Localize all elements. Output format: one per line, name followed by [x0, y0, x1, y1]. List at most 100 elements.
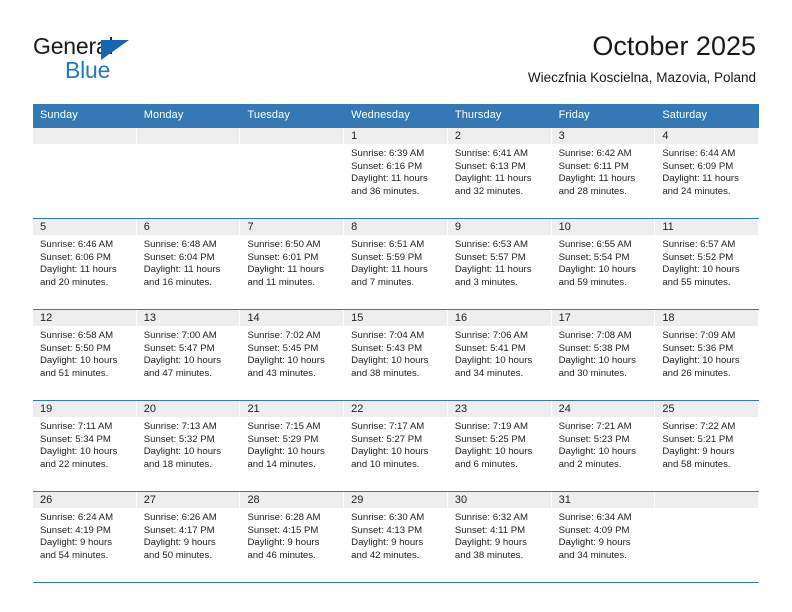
daylight-text-line2: and 47 minutes. — [143, 367, 212, 379]
sunset-text: Sunset: 5:32 PM — [143, 433, 215, 445]
sunset-text: Sunset: 6:01 PM — [247, 251, 319, 263]
day-cell[interactable]: 27 Sunrise: 6:26 AM Sunset: 4:17 PM Dayl… — [136, 492, 241, 582]
day-cell[interactable]: 17 Sunrise: 7:08 AM Sunset: 5:38 PM Dayl… — [551, 310, 656, 400]
day-cell[interactable]: 26 Sunrise: 6:24 AM Sunset: 4:19 PM Dayl… — [33, 492, 137, 582]
week-row: 19 Sunrise: 7:11 AM Sunset: 5:34 PM Dayl… — [33, 401, 760, 492]
day-details — [655, 508, 758, 512]
day-cell[interactable]: 31 Sunrise: 6:34 AM Sunset: 4:09 PM Dayl… — [551, 492, 656, 582]
calendar-page: General Blue October 2025 Wieczfnia Kosc… — [0, 0, 792, 612]
day-cell[interactable]: 13 Sunrise: 7:00 AM Sunset: 5:47 PM Dayl… — [136, 310, 241, 400]
day-cell[interactable]: 16 Sunrise: 7:06 AM Sunset: 5:41 PM Dayl… — [447, 310, 552, 400]
page-subtitle: Wieczfnia Koscielna, Mazovia, Poland — [527, 70, 756, 85]
day-cell[interactable]: 20 Sunrise: 7:13 AM Sunset: 5:32 PM Dayl… — [136, 401, 241, 491]
day-cell[interactable]: 5 Sunrise: 6:46 AM Sunset: 6:06 PM Dayli… — [33, 219, 137, 309]
day-details: Sunrise: 6:51 AM Sunset: 5:59 PM Dayligh… — [344, 235, 447, 289]
day-cell[interactable]: 4 Sunrise: 6:44 AM Sunset: 6:09 PM Dayli… — [655, 128, 760, 218]
daylight-text-line2: and 10 minutes. — [351, 458, 420, 470]
daylight-text-line2: and 51 minutes. — [40, 367, 109, 379]
day-cell[interactable]: 14 Sunrise: 7:02 AM Sunset: 5:45 PM Dayl… — [240, 310, 345, 400]
day-cell[interactable] — [33, 128, 137, 218]
daylight-text-line2: and 28 minutes. — [558, 185, 627, 197]
sunrise-text: Sunrise: 6:57 AM — [662, 239, 736, 250]
day-cell[interactable]: 2 Sunrise: 6:41 AM Sunset: 6:13 PM Dayli… — [447, 128, 552, 218]
day-cell[interactable]: 28 Sunrise: 6:28 AM Sunset: 4:15 PM Dayl… — [240, 492, 345, 582]
daylight-text-line2: and 34 minutes. — [454, 367, 524, 379]
day-cell[interactable]: 10 Sunrise: 6:55 AM Sunset: 5:54 PM Dayl… — [551, 219, 656, 309]
sunset-text: Sunset: 6:09 PM — [662, 160, 734, 172]
sunset-text: Sunset: 5:57 PM — [454, 251, 526, 263]
daylight-text-line1: Daylight: 10 hours — [662, 264, 740, 276]
daylight-text-line1: Daylight: 10 hours — [558, 264, 636, 276]
day-cell[interactable]: 25 Sunrise: 7:22 AM Sunset: 5:21 PM Dayl… — [655, 401, 760, 491]
day-number: 9 — [447, 219, 551, 235]
sunrise-text: Sunrise: 7:00 AM — [143, 330, 217, 341]
daylight-text-line1: Daylight: 11 hours — [247, 264, 325, 276]
day-number: 5 — [33, 219, 136, 235]
day-number: 26 — [33, 492, 136, 508]
daylight-text-line1: Daylight: 11 hours — [558, 173, 636, 185]
day-number: 19 — [33, 401, 136, 417]
day-number: 27 — [136, 492, 240, 508]
day-number: 31 — [551, 492, 655, 508]
day-cell[interactable]: 11 Sunrise: 6:57 AM Sunset: 5:52 PM Dayl… — [655, 219, 760, 309]
day-details: Sunrise: 6:58 AM Sunset: 5:50 PM Dayligh… — [33, 326, 136, 380]
daylight-text-line2: and 14 minutes. — [247, 458, 316, 470]
day-cell[interactable]: 24 Sunrise: 7:21 AM Sunset: 5:23 PM Dayl… — [551, 401, 656, 491]
daylight-text-line1: Daylight: 10 hours — [247, 355, 325, 367]
day-details: Sunrise: 6:46 AM Sunset: 6:06 PM Dayligh… — [33, 235, 136, 289]
day-details: Sunrise: 7:22 AM Sunset: 5:21 PM Dayligh… — [655, 417, 758, 471]
day-number: 29 — [344, 492, 447, 508]
daylight-text-line1: Daylight: 11 hours — [351, 173, 428, 185]
sunrise-text: Sunrise: 6:53 AM — [454, 239, 528, 250]
day-cell[interactable]: 1 Sunrise: 6:39 AM Sunset: 6:16 PM Dayli… — [344, 128, 448, 218]
day-number: 21 — [240, 401, 344, 417]
daylight-text-line1: Daylight: 10 hours — [454, 355, 533, 367]
day-cell[interactable]: 19 Sunrise: 7:11 AM Sunset: 5:34 PM Dayl… — [33, 401, 137, 491]
day-cell[interactable]: 21 Sunrise: 7:15 AM Sunset: 5:29 PM Dayl… — [240, 401, 345, 491]
generalblue-logo[interactable]: General Blue — [33, 33, 213, 85]
day-cell[interactable]: 9 Sunrise: 6:53 AM Sunset: 5:57 PM Dayli… — [447, 219, 552, 309]
day-cell[interactable]: 8 Sunrise: 6:51 AM Sunset: 5:59 PM Dayli… — [344, 219, 448, 309]
day-cell[interactable]: 22 Sunrise: 7:17 AM Sunset: 5:27 PM Dayl… — [344, 401, 448, 491]
daylight-text-line2: and 20 minutes. — [40, 276, 109, 288]
day-cell[interactable]: 3 Sunrise: 6:42 AM Sunset: 6:11 PM Dayli… — [551, 128, 656, 218]
day-cell[interactable] — [136, 128, 241, 218]
weekday-thursday: Thursday — [454, 109, 502, 121]
day-cell[interactable]: 15 Sunrise: 7:04 AM Sunset: 5:43 PM Dayl… — [344, 310, 448, 400]
weekday-monday: Monday — [143, 109, 184, 121]
day-details: Sunrise: 7:02 AM Sunset: 5:45 PM Dayligh… — [240, 326, 343, 380]
sunset-text: Sunset: 5:27 PM — [351, 433, 423, 445]
sunrise-text: Sunrise: 6:44 AM — [662, 148, 736, 159]
day-cell[interactable]: 18 Sunrise: 7:09 AM Sunset: 5:36 PM Dayl… — [655, 310, 760, 400]
week-row: 5 Sunrise: 6:46 AM Sunset: 6:06 PM Dayli… — [33, 219, 760, 310]
day-number: 30 — [447, 492, 551, 508]
daylight-text-line2: and 26 minutes. — [662, 367, 731, 379]
sunset-text: Sunset: 5:52 PM — [662, 251, 734, 263]
day-details: Sunrise: 7:09 AM Sunset: 5:36 PM Dayligh… — [655, 326, 758, 380]
day-cell[interactable]: 29 Sunrise: 6:30 AM Sunset: 4:13 PM Dayl… — [344, 492, 448, 582]
daylight-text-line2: and 22 minutes. — [40, 458, 109, 470]
sunset-text: Sunset: 5:23 PM — [558, 433, 630, 445]
day-number: 14 — [240, 310, 344, 326]
daylight-text-line2: and 11 minutes. — [247, 276, 315, 288]
day-cell[interactable] — [655, 492, 760, 582]
daylight-text-line2: and 38 minutes. — [351, 367, 420, 379]
day-number — [240, 128, 344, 144]
day-number: 23 — [447, 401, 551, 417]
day-cell[interactable]: 23 Sunrise: 7:19 AM Sunset: 5:25 PM Dayl… — [447, 401, 552, 491]
day-cell[interactable]: 12 Sunrise: 6:58 AM Sunset: 5:50 PM Dayl… — [33, 310, 137, 400]
day-cell[interactable] — [240, 128, 345, 218]
day-number: 24 — [551, 401, 655, 417]
logo-text-blue: Blue — [65, 57, 111, 83]
daylight-text-line1: Daylight: 10 hours — [662, 355, 740, 367]
daylight-text-line2: and 18 minutes. — [143, 458, 212, 470]
day-number: 13 — [136, 310, 240, 326]
day-details: Sunrise: 7:00 AM Sunset: 5:47 PM Dayligh… — [137, 326, 240, 380]
daylight-text-line1: Daylight: 9 hours — [143, 537, 216, 549]
day-cell[interactable]: 6 Sunrise: 6:48 AM Sunset: 6:04 PM Dayli… — [136, 219, 241, 309]
daylight-text-line1: Daylight: 10 hours — [143, 446, 222, 458]
day-cell[interactable]: 7 Sunrise: 6:50 AM Sunset: 6:01 PM Dayli… — [240, 219, 345, 309]
day-cell[interactable]: 30 Sunrise: 6:32 AM Sunset: 4:11 PM Dayl… — [447, 492, 552, 582]
sunrise-text: Sunrise: 6:28 AM — [247, 512, 321, 523]
calendar-grid: Sunday Monday Tuesday Wednesday Thursday… — [33, 104, 760, 583]
